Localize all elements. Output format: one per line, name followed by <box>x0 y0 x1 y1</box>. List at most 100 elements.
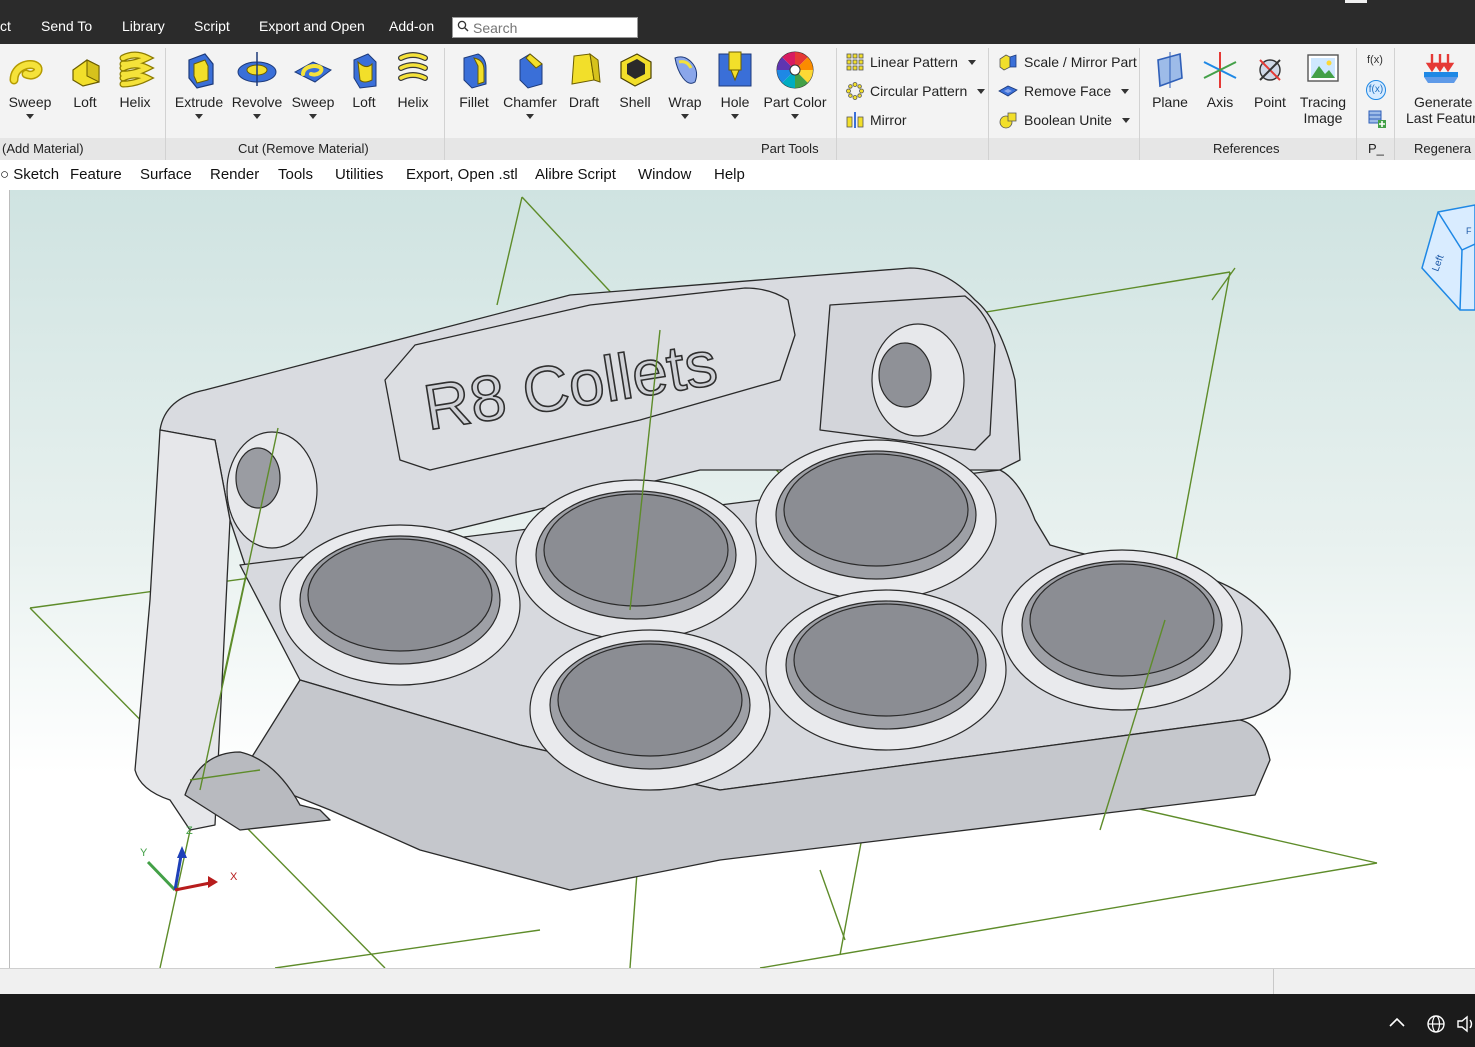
boolean-unite-button[interactable]: Boolean Unite <box>998 109 1130 131</box>
wrap-icon <box>674 56 698 84</box>
group-label-part-tools: Part Tools <box>761 141 819 156</box>
menu-sketch[interactable]: ○ Sketch <box>0 166 59 183</box>
tab-script[interactable]: Script <box>194 18 230 34</box>
pocket-5 <box>765 589 1007 751</box>
global-parameters-fx-button[interactable]: f(x) <box>1366 80 1386 100</box>
image-icon <box>1307 54 1339 82</box>
wrap-button[interactable]: Wrap <box>664 50 706 119</box>
menu-tools[interactable]: Tools <box>278 166 313 183</box>
plane-icon <box>1157 52 1183 88</box>
fillet-button[interactable]: Fillet <box>452 50 496 110</box>
mirror-button[interactable]: Mirror <box>846 109 907 131</box>
menu-feature[interactable]: Feature <box>70 166 122 183</box>
tab-export-and-open[interactable]: Export and Open <box>259 18 365 34</box>
chevron-up-icon[interactable] <box>1388 1016 1406 1028</box>
triad-y-label: Y <box>140 847 148 859</box>
tab-add-on[interactable]: Add-on <box>389 18 434 34</box>
left-panel-edge[interactable] <box>0 190 10 968</box>
shell-button[interactable]: Shell <box>612 50 658 110</box>
generate-last-feature-button[interactable]: Generate Last Feature <box>1404 50 1475 126</box>
tracing-image-button[interactable]: Tracing Image <box>1296 50 1350 126</box>
add-parameter-button[interactable] <box>1368 110 1386 128</box>
circular-pattern-button[interactable]: Circular Pattern <box>846 80 986 102</box>
chevron-down-icon <box>1121 88 1130 94</box>
point-icon <box>1259 59 1281 81</box>
table-add-icon <box>1368 110 1386 128</box>
chevron-down-icon <box>731 114 739 119</box>
draft-button[interactable]: Draft <box>562 50 606 110</box>
chevron-down-icon <box>309 114 317 119</box>
loft-cut-button[interactable]: Loft <box>342 50 386 110</box>
loft-cut-icon <box>353 53 377 89</box>
sweep-add-button[interactable]: Sweep <box>0 50 60 119</box>
status-bar <box>0 968 1475 995</box>
point-button[interactable]: Point <box>1248 50 1292 110</box>
chamfer-icon <box>519 53 543 89</box>
pocket-4 <box>529 629 771 791</box>
sweep-cut-button[interactable]: Sweep <box>288 50 338 119</box>
search-input[interactable] <box>473 18 633 37</box>
search-box[interactable] <box>452 17 638 38</box>
group-label-params: P_ <box>1368 141 1384 156</box>
chevron-down-icon <box>253 114 261 119</box>
pocket-6 <box>1001 549 1243 711</box>
menu-render[interactable]: Render <box>210 166 259 183</box>
menu-surface[interactable]: Surface <box>140 166 192 183</box>
hole-icon <box>718 51 752 87</box>
linear-pattern-icon <box>846 53 864 71</box>
view-cube[interactable]: Left F <box>1421 204 1475 311</box>
3d-viewport[interactable]: R8 Collets Y Z X Left F <box>0 190 1475 968</box>
chevron-down-icon <box>791 114 799 119</box>
taskbar <box>0 994 1475 1047</box>
mirror-icon <box>846 112 864 128</box>
menu-export-open-stl[interactable]: Export, Open .stl <box>406 166 518 183</box>
ribbon-separator <box>444 48 445 160</box>
ribbon-separator <box>988 48 989 160</box>
helix-cut-icon <box>398 52 428 86</box>
remove-face-button[interactable]: Remove Face <box>998 80 1130 102</box>
triad-x-label: X <box>230 871 238 883</box>
scale-mirror-part-button[interactable]: Scale / Mirror Part <box>998 51 1137 73</box>
ribbon-separator <box>836 48 837 160</box>
network-globe-icon[interactable] <box>1426 1014 1446 1034</box>
chevron-down-icon <box>977 88 986 94</box>
loft-icon <box>72 59 100 87</box>
circular-pattern-icon <box>846 82 864 100</box>
equations-fx-button[interactable]: f(x) <box>1367 54 1387 70</box>
hole-button[interactable]: Hole <box>714 50 756 119</box>
group-label-references: References <box>1213 141 1280 156</box>
tab-library[interactable]: Library <box>122 18 165 34</box>
sweep-icon <box>9 60 43 85</box>
tab-send-to[interactable]: Send To <box>41 18 92 34</box>
menu-utilities[interactable]: Utilities <box>335 166 383 183</box>
plane-button[interactable]: Plane <box>1148 50 1192 110</box>
helix-add-button[interactable]: Helix <box>112 50 158 110</box>
revolve-cut-button[interactable]: Revolve <box>230 50 284 119</box>
search-icon <box>457 20 469 32</box>
chamfer-button[interactable]: Chamfer <box>502 50 558 119</box>
linear-pattern-button[interactable]: Linear Pattern <box>846 51 976 73</box>
loft-add-button[interactable]: Loft <box>62 50 108 110</box>
status-divider <box>1273 969 1274 995</box>
boolean-unite-icon <box>999 112 1017 129</box>
axis-triad: Y Z X <box>140 825 238 892</box>
ribbon: Sweep Loft Helix (Add Material) Extrude … <box>0 44 1475 160</box>
axis-icon <box>1203 52 1237 88</box>
part-color-button[interactable]: Part Color <box>762 50 828 119</box>
menu-help[interactable]: Help <box>714 166 745 183</box>
viewcube-front-label: F <box>1466 226 1472 236</box>
speaker-icon[interactable] <box>1456 1014 1475 1034</box>
menu-alibre-script[interactable]: Alibre Script <box>535 166 616 183</box>
helix-cut-button[interactable]: Helix <box>390 50 436 110</box>
axis-button[interactable]: Axis <box>1198 50 1242 110</box>
window-control[interactable] <box>1345 0 1367 3</box>
extrude-cut-icon <box>188 53 214 89</box>
ribbon-separator <box>1394 48 1395 160</box>
menu-window[interactable]: Window <box>638 166 691 183</box>
group-label-regenerate: Regenera <box>1414 141 1472 156</box>
extrude-cut-button[interactable]: Extrude <box>172 50 226 119</box>
pocket-1 <box>279 524 521 686</box>
helix-icon <box>119 51 155 88</box>
tab-project[interactable]: ct <box>0 18 11 34</box>
menu-bar: ○ Sketch Feature Surface Render Tools Ut… <box>0 160 1475 190</box>
